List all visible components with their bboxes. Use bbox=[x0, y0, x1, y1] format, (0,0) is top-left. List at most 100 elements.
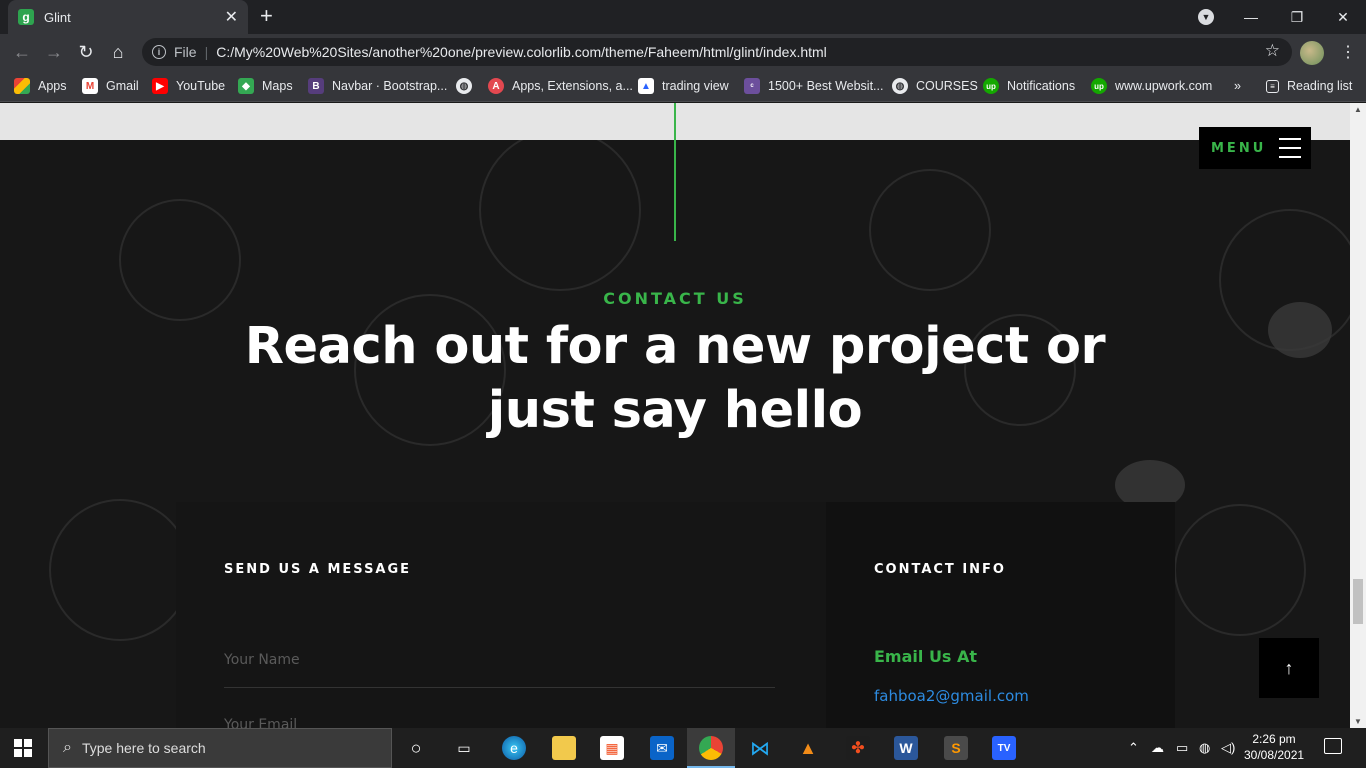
minimize-button[interactable]: — bbox=[1228, 0, 1274, 34]
restore-button[interactable]: ❐ bbox=[1274, 0, 1320, 34]
url-text: C:/My%20Web%20Sites/another%20one/previe… bbox=[216, 44, 827, 60]
bookmark-globe[interactable]: ◍ bbox=[456, 76, 480, 96]
figma-icon[interactable]: ✤ bbox=[846, 736, 870, 760]
scroll-down-icon[interactable]: ▼ bbox=[1354, 717, 1362, 726]
bookmark-label: www.upwork.com bbox=[1115, 79, 1213, 93]
mail-icon[interactable]: ✉ bbox=[650, 736, 674, 760]
bookmark-apps[interactable]: Apps bbox=[14, 76, 67, 96]
web-page-viewport: MENU CONTACT US Reach out for a new proj… bbox=[0, 103, 1350, 728]
contact-kicker: CONTACT US bbox=[603, 289, 747, 308]
email-field[interactable]: Your Email bbox=[224, 717, 775, 728]
browser-tab-strip: g Glint ✕ + ▼ — ❐ ✕ bbox=[0, 0, 1366, 34]
gmail-icon: M bbox=[82, 78, 98, 94]
bookmark-label: Gmail bbox=[106, 79, 139, 93]
email-link[interactable]: fahboa2@gmail.com bbox=[874, 687, 1029, 705]
name-placeholder: Your Name bbox=[224, 652, 300, 668]
contact-title: Reach out for a new project or just say … bbox=[244, 317, 1106, 440]
arrow-up-icon: ↑ bbox=[1284, 657, 1294, 678]
scroll-up-icon[interactable]: ▲ bbox=[1354, 105, 1362, 114]
more-bookmarks-button[interactable]: » bbox=[1234, 76, 1241, 96]
clock-date: 30/08/2021 bbox=[1244, 748, 1305, 762]
new-tab-button[interactable]: + bbox=[260, 5, 273, 27]
network-icon[interactable]: ◍ bbox=[1199, 740, 1210, 756]
adobe-icon: A bbox=[488, 78, 504, 94]
upwork-icon: up bbox=[1091, 78, 1107, 94]
reload-button[interactable]: ↻ bbox=[74, 40, 98, 64]
edge-icon[interactable]: e bbox=[502, 736, 526, 760]
page-scrollbar[interactable]: ▲ ▼ bbox=[1350, 103, 1366, 728]
reading-list-button[interactable]: ≡ Reading list bbox=[1266, 76, 1352, 96]
bookmark-adobe[interactable]: A Apps, Extensions, a... bbox=[488, 76, 633, 96]
tab-title: Glint bbox=[44, 9, 71, 25]
bookmark-label: 1500+ Best Websit... bbox=[768, 79, 884, 93]
bookmark-notifications[interactable]: up Notifications bbox=[983, 76, 1075, 96]
browser-menu-icon[interactable]: ⋮ bbox=[1340, 42, 1356, 62]
info-heading: CONTACT INFO bbox=[874, 562, 1006, 577]
bookmark-star-icon[interactable]: ☆ bbox=[1265, 41, 1280, 61]
email-label: Email Us At bbox=[874, 647, 978, 666]
reading-list-label: Reading list bbox=[1287, 79, 1353, 93]
bookmark-tradingview[interactable]: ▲ trading view bbox=[638, 76, 729, 96]
browser-tab[interactable]: g Glint ✕ bbox=[8, 0, 248, 34]
vscode-icon[interactable]: ⋈ bbox=[748, 736, 772, 760]
vlc-icon[interactable]: ▲ bbox=[796, 736, 820, 760]
bookmark-label: COURSES bbox=[916, 79, 978, 93]
search-icon: ⌕ bbox=[63, 739, 72, 756]
battery-icon[interactable]: ▭ bbox=[1176, 740, 1188, 756]
taskbar-search-box[interactable]: ⌕ Type here to search bbox=[48, 728, 392, 768]
bookmarks-bar: Apps M Gmail ▶ YouTube ◆ Maps B Navbar ·… bbox=[0, 70, 1366, 102]
close-tab-icon[interactable]: ✕ bbox=[225, 7, 238, 27]
glint-favicon-icon: g bbox=[18, 9, 34, 25]
sublime-icon[interactable]: S bbox=[944, 736, 968, 760]
microsoft-store-icon[interactable]: ▦ bbox=[600, 736, 624, 760]
chrome-icon[interactable] bbox=[699, 736, 723, 760]
cortana-icon[interactable]: ○ bbox=[404, 736, 428, 760]
globe-icon: ◍ bbox=[456, 78, 472, 94]
profile-avatar[interactable] bbox=[1300, 41, 1324, 65]
menu-button[interactable]: MENU bbox=[1199, 127, 1311, 169]
contact-info-panel: CONTACT INFO Email Us At fahboa2@gmail.c… bbox=[826, 502, 1175, 728]
scrollbar-thumb[interactable] bbox=[1353, 579, 1363, 624]
onedrive-icon[interactable]: ☁ bbox=[1151, 740, 1164, 756]
bookmark-youtube[interactable]: ▶ YouTube bbox=[152, 76, 225, 96]
forward-button[interactable]: → bbox=[42, 40, 66, 64]
windows-start-icon[interactable] bbox=[14, 739, 32, 757]
back-button[interactable]: ← bbox=[10, 40, 34, 64]
tray-chevron-icon[interactable]: ⌃ bbox=[1128, 740, 1139, 756]
maps-icon: ◆ bbox=[238, 78, 254, 94]
tab-search-icon[interactable]: ▼ bbox=[1198, 9, 1214, 25]
bookmark-colorlib[interactable]: c 1500+ Best Websit... bbox=[744, 76, 883, 96]
back-to-top-button[interactable]: ↑ bbox=[1259, 638, 1319, 698]
url-scheme: File bbox=[174, 44, 197, 60]
bookmark-courses[interactable]: ◍ COURSES bbox=[892, 76, 978, 96]
youtube-icon: ▶ bbox=[152, 78, 168, 94]
bookmark-maps[interactable]: ◆ Maps bbox=[238, 76, 293, 96]
apps-grid-icon bbox=[14, 78, 30, 94]
task-view-icon[interactable]: ▭ bbox=[452, 736, 476, 760]
word-icon[interactable]: W bbox=[894, 736, 918, 760]
file-explorer-icon[interactable] bbox=[552, 736, 576, 760]
taskbar-clock[interactable]: 2:26 pm 30/08/2021 bbox=[1244, 731, 1304, 763]
bookmark-label: Notifications bbox=[1007, 79, 1076, 93]
bookmark-label: Apps, Extensions, a... bbox=[512, 79, 633, 93]
bookmark-gmail[interactable]: M Gmail bbox=[82, 76, 139, 96]
form-heading: SEND US A MESSAGE bbox=[224, 562, 412, 577]
window-close-button[interactable]: ✕ bbox=[1320, 0, 1366, 34]
bookmark-upwork[interactable]: up www.upwork.com bbox=[1091, 76, 1212, 96]
site-info-icon[interactable]: i bbox=[152, 45, 166, 59]
notification-center-icon[interactable] bbox=[1324, 738, 1342, 754]
name-field[interactable]: Your Name bbox=[224, 652, 775, 688]
url-separator: | bbox=[204, 44, 209, 60]
email-placeholder: Your Email bbox=[224, 717, 298, 728]
field-underline bbox=[224, 687, 775, 688]
address-bar[interactable]: i File | C:/My%20Web%20Sites/another%20o… bbox=[142, 38, 1292, 66]
bookmark-bootstrap[interactable]: B Navbar · Bootstrap... bbox=[308, 76, 447, 96]
home-button[interactable]: ⌂ bbox=[106, 40, 130, 64]
clock-time: 2:26 pm bbox=[1252, 732, 1296, 746]
globe-icon: ◍ bbox=[892, 78, 908, 94]
volume-icon[interactable]: ◁) bbox=[1221, 740, 1235, 756]
menu-label: MENU bbox=[1211, 140, 1267, 156]
browser-toolbar: ← → ↻ ⌂ i File | C:/My%20Web%20Sites/ano… bbox=[0, 34, 1366, 70]
reading-list-icon: ≡ bbox=[1266, 79, 1279, 93]
tradingview-app-icon[interactable]: TV bbox=[992, 736, 1016, 760]
